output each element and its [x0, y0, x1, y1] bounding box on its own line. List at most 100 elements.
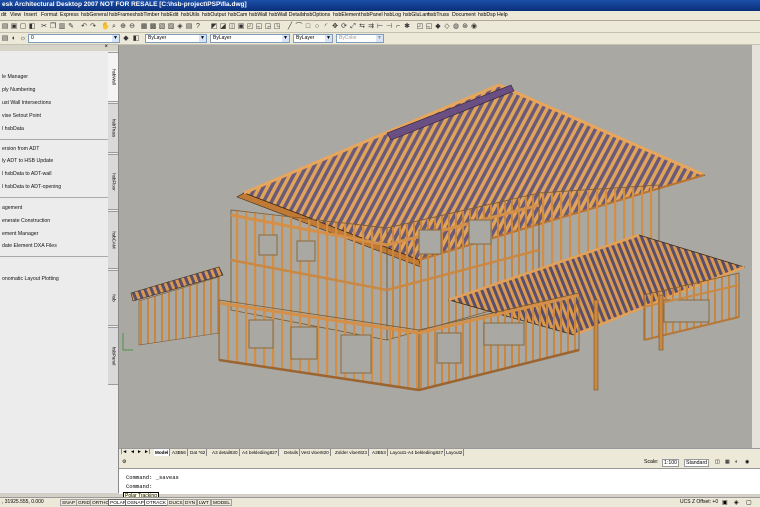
- command-line-window[interactable]: Command: _saveas Command:: [119, 468, 760, 494]
- palette-item[interactable]: date Element DXA Files: [2, 243, 57, 249]
- trim-tool-icon[interactable]: ⊢: [376, 22, 384, 31]
- layer-on-icon[interactable]: ☼: [19, 34, 27, 43]
- tab-layout[interactable]: Vest vloer820: [300, 449, 331, 456]
- menu-item-format[interactable]: Format: [41, 12, 57, 18]
- menu-item-hsblog[interactable]: hsbLog: [384, 12, 401, 18]
- tool-palettes-icon[interactable]: ▧: [158, 22, 166, 31]
- tab-layout[interactable]: Dat *62: [189, 449, 208, 456]
- tab-layout[interactable]: A3 detail830: [211, 449, 240, 456]
- design-center-icon[interactable]: ▩: [149, 22, 157, 31]
- menu-item-hsbutils[interactable]: hsbUtils: [181, 12, 199, 18]
- arc-tool-icon[interactable]: ◜: [322, 22, 330, 31]
- lineweight-dropdown[interactable]: ByLayer ▼: [293, 34, 333, 43]
- palette-item[interactable]: le Manager: [2, 74, 28, 80]
- hsb-tool-7-icon[interactable]: ◲: [264, 22, 272, 31]
- undo-icon[interactable]: ↶: [80, 22, 88, 31]
- palette-item[interactable]: l hsbData to ADT-wall: [2, 171, 52, 177]
- lock-icon[interactable]: ▣: [722, 499, 728, 506]
- display-config-dropdown[interactable]: Standard: [684, 459, 710, 467]
- preview-icon[interactable]: ▢: [19, 22, 27, 31]
- publish-icon[interactable]: ◧: [28, 22, 36, 31]
- menu-item-hsbtimber[interactable]: hsbTimber: [135, 12, 159, 18]
- match-properties-icon[interactable]: ✎: [67, 22, 75, 31]
- hsb-tool-8-icon[interactable]: ◳: [273, 22, 281, 31]
- zoom-previous-icon[interactable]: ⊖: [128, 22, 136, 31]
- line-tool-icon[interactable]: ╱: [286, 22, 294, 31]
- palette-item[interactable]: ust Wall Intersections: [2, 100, 51, 106]
- menu-item-hsbpanel[interactable]: hsbPanel: [361, 12, 383, 18]
- move-tool-icon[interactable]: ✥: [331, 22, 339, 31]
- previous-layout-button[interactable]: ◄: [130, 449, 135, 455]
- first-layout-button[interactable]: |◄: [121, 449, 127, 455]
- rectangle-tool-icon[interactable]: □: [304, 22, 312, 31]
- menu-item-hsbtruss[interactable]: hsbTruss: [428, 12, 449, 18]
- layer-dropdown[interactable]: 0 ▼: [28, 34, 120, 43]
- tab-layout[interactable]: Layout1-A4 beklediing827: [389, 449, 446, 456]
- palette-tab-hsbtruss[interactable]: hsbTruss: [108, 103, 118, 153]
- layer-key-icon[interactable]: ◐: [735, 459, 738, 465]
- palette-item[interactable]: l hsbData to ADT-opening: [2, 184, 61, 190]
- vertical-scrollbar[interactable]: [752, 45, 760, 448]
- circle-tool-icon[interactable]: ○: [313, 22, 321, 31]
- layer-previous-icon[interactable]: ◧: [132, 34, 140, 43]
- drawing-viewport[interactable]: [119, 45, 760, 448]
- menu-item-insert[interactable]: Insert: [24, 12, 37, 18]
- view-front-icon[interactable]: ◱: [425, 22, 433, 31]
- palette-tab-hsb[interactable]: hsb: [108, 270, 118, 326]
- linetype-dropdown[interactable]: ByLayer ▼: [210, 34, 290, 43]
- surface-hatch-icon[interactable]: ▦: [725, 459, 730, 465]
- isolate-icon[interactable]: ◉: [745, 459, 750, 465]
- menu-item-hsbwall-details[interactable]: hsbWall Details: [269, 12, 305, 18]
- menu-item-hsboptions[interactable]: hsbOptions: [304, 12, 330, 18]
- palette-item[interactable]: ply Numbering: [2, 87, 35, 93]
- cut-icon[interactable]: ✂: [40, 22, 48, 31]
- menu-item-hsbgeneral[interactable]: hsbGeneral: [81, 12, 108, 18]
- orbit-icon[interactable]: ⊛: [461, 22, 469, 31]
- markup-icon[interactable]: ◈: [176, 22, 184, 31]
- tab-layout[interactable]: Layout2: [445, 449, 465, 456]
- menu-item-document[interactable]: Document: [452, 12, 476, 18]
- color-dropdown[interactable]: ByLayer ▼: [145, 34, 207, 43]
- hsb-tool-3-icon[interactable]: ◫: [228, 22, 236, 31]
- zoom-realtime-icon[interactable]: ⌕: [110, 22, 118, 31]
- scale-dropdown[interactable]: 1:100: [662, 459, 679, 467]
- explode-tool-icon[interactable]: ✱: [403, 22, 411, 31]
- palette-item[interactable]: onomatic Layout Plotting: [2, 276, 59, 282]
- hsb-tool-1-icon[interactable]: ◩: [210, 22, 218, 31]
- menu-item-hsbdsp[interactable]: hsbDsp: [478, 12, 496, 18]
- palette-item[interactable]: vise Setout Point: [2, 113, 41, 119]
- zoom-window-icon[interactable]: ⊕: [119, 22, 127, 31]
- hsb-tool-2-icon[interactable]: ◪: [219, 22, 227, 31]
- palette-tab-hsbcam[interactable]: hsbCAM: [108, 211, 118, 269]
- hsb-tool-6-icon[interactable]: ◱: [255, 22, 263, 31]
- rotate-tool-icon[interactable]: ⟳: [340, 22, 348, 31]
- menu-item-hsboutput[interactable]: hsbOutput: [202, 12, 226, 18]
- layer-manager-icon[interactable]: ▤: [1, 34, 9, 43]
- properties-icon[interactable]: ▦: [140, 22, 148, 31]
- layer-state-icon[interactable]: ◐: [10, 34, 18, 43]
- menu-item-express[interactable]: Express: [60, 12, 79, 18]
- palette-header[interactable]: ×: [0, 44, 118, 51]
- menu-item-hsbframes[interactable]: hsbFrames: [109, 12, 135, 18]
- tab-layout[interactable]: A3B56: [171, 449, 188, 456]
- clean-screen-icon[interactable]: ▢: [746, 499, 752, 506]
- view-iso-2-icon[interactable]: ◇: [443, 22, 451, 31]
- palette-item[interactable]: ersion from ADT: [2, 146, 39, 152]
- pan-icon[interactable]: ✋: [101, 22, 110, 31]
- paste-icon[interactable]: ▥: [58, 22, 66, 31]
- palette-item[interactable]: ly ADT to HSB Update: [2, 158, 53, 164]
- plotstyle-dropdown[interactable]: ByColor ▼: [336, 34, 384, 43]
- shade-icon[interactable]: ◍: [452, 22, 460, 31]
- lwt-toggle[interactable]: LWT: [197, 499, 211, 506]
- fillet-tool-icon[interactable]: ⌐: [394, 22, 402, 31]
- render-icon[interactable]: ◉: [470, 22, 478, 31]
- tab-layout[interactable]: A3B53: [371, 449, 388, 456]
- palette-item[interactable]: ement Manager: [2, 231, 38, 237]
- gear-icon[interactable]: ⚙: [122, 459, 127, 465]
- menu-item-edit[interactable]: dit: [1, 12, 6, 18]
- menu-item-hsbwall[interactable]: hsbWall: [249, 12, 267, 18]
- close-icon[interactable]: ×: [104, 44, 108, 50]
- hsb-tool-4-icon[interactable]: ▣: [237, 22, 245, 31]
- menu-item-view[interactable]: View: [10, 12, 21, 18]
- extend-tool-icon[interactable]: ⊣: [385, 22, 393, 31]
